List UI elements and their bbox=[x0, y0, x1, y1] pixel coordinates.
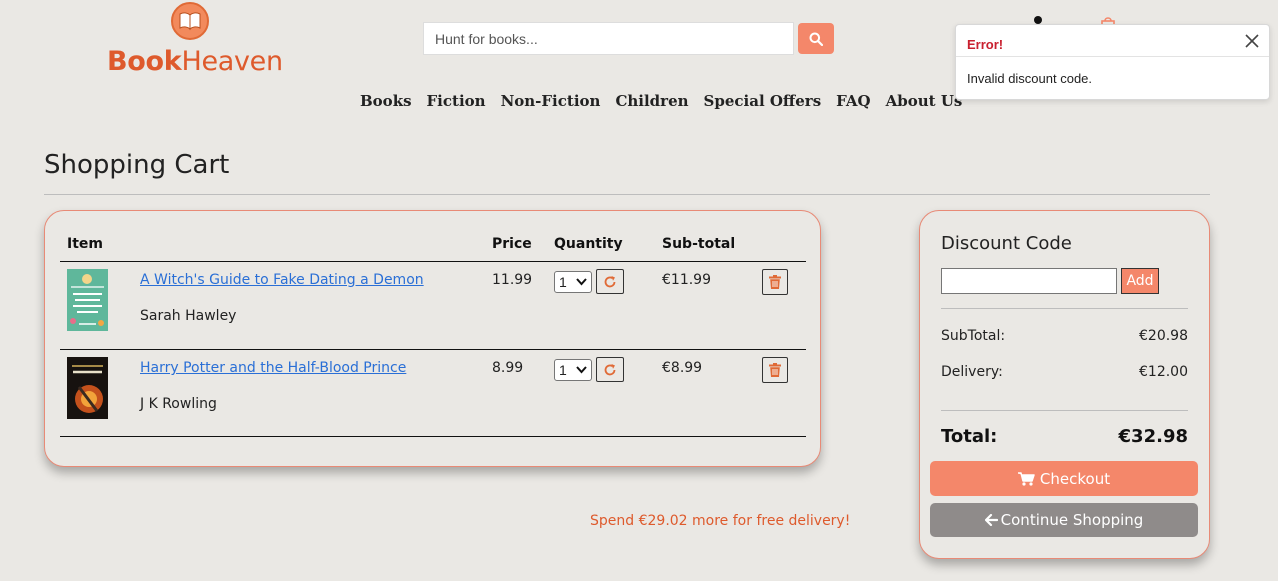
search-button[interactable] bbox=[798, 23, 834, 54]
table-row: Harry Potter and the Half-Blood Prince J… bbox=[45, 350, 820, 436]
header-item: Item bbox=[67, 236, 103, 252]
divider bbox=[44, 194, 1210, 195]
continue-shopping-label: Continue Shopping bbox=[1000, 511, 1144, 529]
quantity-value: 1 bbox=[559, 362, 567, 378]
nav-non-fiction[interactable]: Non-Fiction bbox=[501, 92, 601, 110]
toast-message: Invalid discount code. bbox=[967, 71, 1093, 86]
cart-icon bbox=[1017, 471, 1035, 486]
arrow-left-icon bbox=[984, 514, 998, 526]
toast-title: Error! bbox=[967, 37, 1004, 52]
brand-name: BookHeaven bbox=[107, 46, 283, 77]
discount-code-title: Discount Code bbox=[941, 233, 1072, 254]
open-book-icon bbox=[171, 2, 209, 40]
update-quantity-button[interactable] bbox=[596, 357, 624, 382]
quantity-value: 1 bbox=[559, 274, 567, 290]
book-cover-image[interactable] bbox=[67, 269, 108, 331]
remove-item-button[interactable] bbox=[762, 357, 788, 383]
close-icon[interactable] bbox=[1243, 32, 1261, 50]
free-delivery-notice: Spend €29.02 more for free delivery! bbox=[590, 513, 851, 529]
book-title-link[interactable]: Harry Potter and the Half-Blood Prince bbox=[140, 360, 406, 376]
nav-books[interactable]: Books bbox=[360, 92, 412, 110]
search-input[interactable] bbox=[423, 22, 794, 55]
delivery-label: Delivery: bbox=[941, 364, 1003, 380]
nav-faq[interactable]: FAQ bbox=[836, 92, 870, 110]
brand-logo[interactable]: BookHeaven bbox=[107, 2, 283, 78]
toast-header: Error! bbox=[956, 25, 1269, 57]
divider bbox=[941, 308, 1188, 309]
divider bbox=[941, 410, 1188, 411]
total-value: €32.98 bbox=[1118, 426, 1188, 447]
nav-fiction[interactable]: Fiction bbox=[427, 92, 486, 110]
checkout-label: Checkout bbox=[1039, 469, 1111, 488]
delivery-value: €12.00 bbox=[1139, 364, 1188, 380]
refresh-icon bbox=[604, 363, 616, 375]
chevron-down-icon bbox=[576, 366, 587, 374]
book-title-link[interactable]: A Witch's Guide to Fake Dating a Demon bbox=[140, 272, 424, 288]
error-toast: Error! Invalid discount code. bbox=[955, 24, 1270, 100]
brand-name-part2: Heaven bbox=[181, 46, 283, 77]
item-subtotal: €8.99 bbox=[662, 360, 703, 376]
book-cover-image[interactable] bbox=[67, 357, 108, 419]
book-author: Sarah Hawley bbox=[140, 308, 237, 324]
header-price: Price bbox=[492, 236, 532, 252]
table-row: A Witch's Guide to Fake Dating a Demon S… bbox=[45, 262, 820, 348]
order-summary-card: Discount Code Add SubTotal: €20.98 Deliv… bbox=[919, 210, 1210, 559]
remove-item-button[interactable] bbox=[762, 269, 788, 295]
update-quantity-button[interactable] bbox=[596, 269, 624, 294]
chevron-down-icon bbox=[576, 278, 587, 286]
row-divider bbox=[60, 436, 806, 437]
trash-icon bbox=[769, 275, 781, 289]
quantity-select[interactable]: 1 bbox=[554, 359, 592, 381]
item-subtotal: €11.99 bbox=[662, 272, 711, 288]
apply-discount-button[interactable]: Add bbox=[1121, 268, 1159, 294]
item-price: 8.99 bbox=[492, 360, 524, 376]
cart-table-card: Item Price Quantity Sub-total A Witch's … bbox=[44, 210, 821, 467]
book-author: J K Rowling bbox=[140, 396, 217, 412]
nav-special-offers[interactable]: Special Offers bbox=[704, 92, 822, 110]
refresh-icon bbox=[604, 275, 616, 287]
main-nav: Books Fiction Non-Fiction Children Speci… bbox=[360, 92, 962, 110]
nav-children[interactable]: Children bbox=[615, 92, 688, 110]
header-subtotal: Sub-total bbox=[662, 236, 736, 252]
checkout-button[interactable]: Checkout bbox=[930, 461, 1198, 496]
quantity-select[interactable]: 1 bbox=[554, 271, 592, 293]
page-title: Shopping Cart bbox=[44, 150, 230, 180]
nav-about-us[interactable]: About Us bbox=[886, 92, 963, 110]
trash-icon bbox=[769, 363, 781, 377]
search-icon bbox=[809, 32, 823, 46]
total-label: Total: bbox=[941, 426, 998, 447]
discount-code-input[interactable] bbox=[941, 268, 1117, 294]
item-price: 11.99 bbox=[492, 272, 533, 288]
brand-name-part1: Book bbox=[107, 46, 182, 77]
continue-shopping-button[interactable]: Continue Shopping bbox=[930, 503, 1198, 537]
header-quantity: Quantity bbox=[554, 236, 623, 252]
subtotal-label: SubTotal: bbox=[941, 328, 1006, 344]
subtotal-value: €20.98 bbox=[1139, 328, 1188, 344]
